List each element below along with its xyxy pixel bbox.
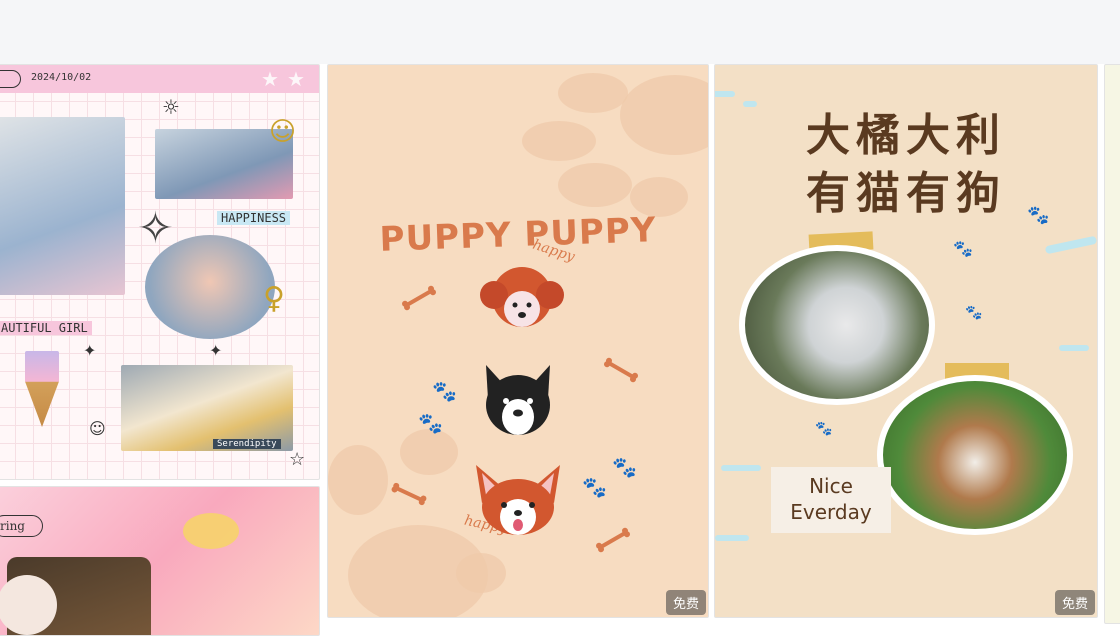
splash-decoration xyxy=(1044,235,1097,255)
puppy-title: PUPPY PUPPY xyxy=(378,210,658,260)
splash-decoration xyxy=(721,465,761,471)
smile-icon: ☺ xyxy=(89,419,106,438)
star-outline-icon: ☆ xyxy=(289,449,306,470)
paw-blob xyxy=(620,75,708,155)
template-card-puppy[interactable]: PUPPY PUPPY happy happy 🐾 🐾 🐾 🐾 免费 xyxy=(327,64,709,618)
free-badge: 免费 xyxy=(1054,590,1095,615)
paw-blob xyxy=(558,163,632,207)
bone-icon xyxy=(596,527,630,553)
template-card-scrapbook[interactable]: 2024/10/02 ★ ★ ☼ ☺ ✧ HAPPINESS ♀ AUTIFUL… xyxy=(0,64,320,480)
paw-blob xyxy=(558,73,628,113)
paw-blob xyxy=(400,429,458,475)
doodle-girl-icon: ♀ xyxy=(263,281,285,316)
scrapbook-pill xyxy=(0,70,21,88)
paw-print-icon: 🐾 xyxy=(418,411,443,435)
boston-terrier-icon xyxy=(486,365,550,435)
sun-icon: ☼ xyxy=(162,95,180,119)
paw-print-icon: 🐾 xyxy=(815,421,833,437)
bone-icon xyxy=(604,357,638,383)
paw-print-icon: 🐾 xyxy=(432,379,457,403)
nice-everyday-label: Nice Everday xyxy=(771,467,891,533)
paw-print-icon: 🐾 xyxy=(965,305,983,321)
paw-print-icon: 🐾 xyxy=(612,455,637,479)
bone-icon xyxy=(391,482,427,506)
bone-icon xyxy=(402,285,436,311)
splash-decoration xyxy=(715,535,749,541)
doodle-face-icon: ☺ xyxy=(269,117,297,147)
sparkle-icon: ✦ xyxy=(209,341,223,360)
photo-girl-denim xyxy=(0,117,125,295)
photo-dog-circle xyxy=(877,375,1073,535)
tag-beautiful-girl: AUTIFUL GIRL xyxy=(0,321,92,335)
photo-girl-circle xyxy=(145,235,275,339)
splash-decoration xyxy=(715,91,735,97)
nice-line1: Nice xyxy=(809,474,853,498)
template-card-partial[interactable] xyxy=(1104,64,1120,624)
tag-happiness: HAPPINESS xyxy=(217,211,291,225)
photo-cat-circle xyxy=(739,245,935,405)
star-icon: ★ xyxy=(287,67,305,91)
scrapbook-header: 2024/10/02 ★ ★ xyxy=(0,65,319,93)
corgi-icon xyxy=(476,465,560,535)
splash-decoration xyxy=(1059,345,1089,351)
star-icon: ★ xyxy=(261,67,279,91)
paw-print-icon: 🐾 xyxy=(953,239,973,258)
paw-print-icon: 🐾 xyxy=(582,475,607,499)
paw-print-icon: 🐾 xyxy=(1027,205,1050,226)
poodle-icon xyxy=(480,267,564,327)
scrapbook-date: 2024/10/02 xyxy=(31,72,92,83)
paw-blob xyxy=(328,445,388,515)
paw-blob xyxy=(522,121,596,161)
template-card-cat-dog[interactable]: 大橘大利 有猫有狗 🐾 🐾 🐾 🐾 Nice Everday 免费 xyxy=(714,64,1098,618)
nice-line2: Everday xyxy=(790,500,872,524)
sparkle-icon: ✦ xyxy=(83,341,97,360)
template-card-pink[interactable]: ring xyxy=(0,486,320,636)
cat-dog-title-line1: 大橘大利 xyxy=(806,110,1006,161)
ice-cream-icon xyxy=(25,351,59,427)
pink-pill-label: ring xyxy=(0,515,43,537)
yellow-blob xyxy=(183,513,239,549)
paw-blob xyxy=(456,553,506,593)
tag-serendipity: Serendipity xyxy=(213,439,281,449)
top-bar xyxy=(0,0,1120,64)
free-badge: 免费 xyxy=(665,590,706,615)
